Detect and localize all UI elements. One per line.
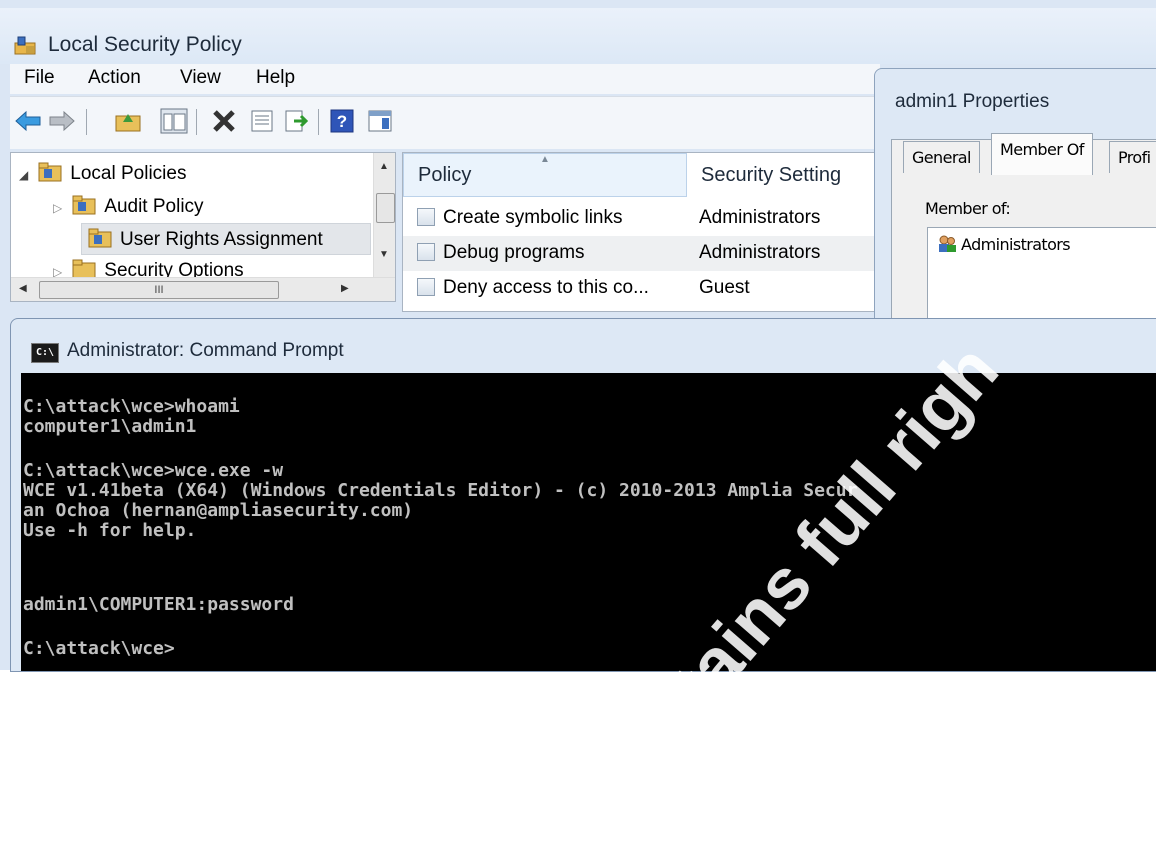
console-line: C:\attack\wce> [23, 638, 175, 659]
menu-action[interactable]: Action [88, 67, 141, 89]
policy-name: Deny access to this co... [443, 277, 649, 298]
folder-icon [72, 259, 96, 279]
tree-item-user-rights-assignment[interactable]: User Rights Assignment [81, 223, 371, 255]
policy-name: Debug programs [443, 242, 585, 263]
console-line: an Ochoa (hernan@ampliasecurity.com) [23, 500, 414, 521]
tree-item-label: Local Policies [70, 163, 187, 184]
properties-icon[interactable] [248, 107, 276, 135]
mmc-console-icon[interactable] [366, 107, 394, 135]
console-line: Use -h for help. [23, 520, 197, 541]
help-icon[interactable]: ? [328, 107, 356, 135]
export-list-icon[interactable] [282, 107, 310, 135]
window-title: Local Security Policy [48, 33, 242, 56]
delete-icon[interactable] [210, 107, 238, 135]
expanded-arrow-icon[interactable]: ◢ [19, 168, 33, 182]
tab-profile[interactable]: Profi [1109, 141, 1156, 173]
member-name: Administrators [961, 235, 1071, 254]
group-icon [939, 235, 956, 252]
sort-ascending-icon: ▲ [540, 154, 550, 165]
menu-help[interactable]: Help [256, 67, 295, 89]
security-setting: Guest [699, 277, 750, 298]
scroll-down-icon[interactable]: ▼ [379, 249, 389, 260]
console-line: WCE v1.41beta (X64) (Windows Credentials… [23, 480, 858, 501]
menu-view[interactable]: View [180, 67, 221, 89]
forward-arrow-icon[interactable] [48, 107, 76, 135]
column-header-security-setting[interactable]: Security Setting [687, 153, 875, 197]
title-bar[interactable]: Local Security Policy [0, 8, 1156, 64]
console-line: admin1\COMPUTER1:password [23, 594, 294, 615]
show-hide-tree-icon[interactable] [160, 107, 188, 135]
console-line: C:\attack\wce>wce.exe -w [23, 460, 284, 481]
table-row[interactable]: Debug programs Administrators [403, 236, 875, 271]
column-header-label: Policy [418, 163, 472, 186]
table-row[interactable]: Create symbolic links Administrators [403, 201, 875, 236]
member-of-label: Member of: [925, 199, 1011, 218]
folder-icon [38, 162, 62, 182]
policy-setting-icon [417, 243, 435, 261]
tree-item-label: Audit Policy [104, 196, 204, 217]
tab-member-of[interactable]: Member Of [991, 133, 1093, 175]
up-folder-icon[interactable] [114, 107, 142, 135]
scroll-thumb[interactable]: III [39, 281, 279, 299]
dialog-title: admin1 Properties [895, 91, 1050, 112]
policy-list: Policy ▲ Security Setting Create symboli… [402, 152, 876, 312]
column-header-policy[interactable]: Policy ▲ [403, 153, 687, 197]
tree-item-label: User Rights Assignment [120, 229, 323, 250]
console-line: computer1\admin1 [23, 416, 197, 437]
scroll-up-icon[interactable]: ▲ [379, 161, 389, 172]
menu-bar: File Action View Help [10, 64, 880, 94]
security-setting: Administrators [699, 242, 821, 263]
tree-horizontal-scrollbar[interactable]: ◀ III ▶ [11, 277, 395, 301]
back-arrow-icon[interactable] [14, 107, 42, 135]
svg-text:?: ? [337, 112, 347, 131]
folder-icon [72, 195, 96, 215]
scroll-thumb[interactable] [376, 193, 395, 223]
policy-name: Create symbolic links [443, 207, 623, 228]
command-prompt-icon: C:\ [31, 343, 59, 363]
console-output[interactable]: C:\attack\wce>whoami computer1\admin1 C:… [11, 373, 1156, 671]
scroll-left-icon[interactable]: ◀ [19, 283, 27, 294]
security-policy-icon [14, 36, 36, 55]
policy-setting-icon [417, 278, 435, 296]
table-row[interactable]: Deny access to this co... Guest [403, 271, 875, 306]
column-header-label: Security Setting [701, 163, 842, 186]
admin1-properties-dialog: admin1 Properties General Member Of Prof… [874, 68, 1156, 330]
tree-item-local-policies[interactable]: ◢ Local Policies [19, 162, 186, 185]
tab-general[interactable]: General [903, 141, 980, 173]
console-tree[interactable]: ◢ Local Policies ▷ Audit Policy User Rig… [10, 152, 396, 302]
menu-file[interactable]: File [24, 67, 55, 89]
collapsed-arrow-icon[interactable]: ▷ [53, 201, 67, 215]
security-setting: Administrators [699, 207, 821, 228]
tree-item-audit-policy[interactable]: ▷ Audit Policy [53, 195, 204, 218]
policy-setting-icon [417, 208, 435, 226]
console-line: C:\attack\wce>whoami [23, 396, 240, 417]
scroll-right-icon[interactable]: ▶ [341, 283, 349, 294]
list-item[interactable]: Administrators [937, 235, 1071, 254]
toolbar: ? [10, 96, 880, 149]
window-title: Administrator: Command Prompt [67, 340, 344, 361]
command-prompt-window: C:\ Administrator: Command Prompt C:\att… [10, 318, 1156, 672]
tree-vertical-scrollbar[interactable]: ▲ ▼ [373, 153, 395, 277]
folder-icon [88, 228, 112, 248]
